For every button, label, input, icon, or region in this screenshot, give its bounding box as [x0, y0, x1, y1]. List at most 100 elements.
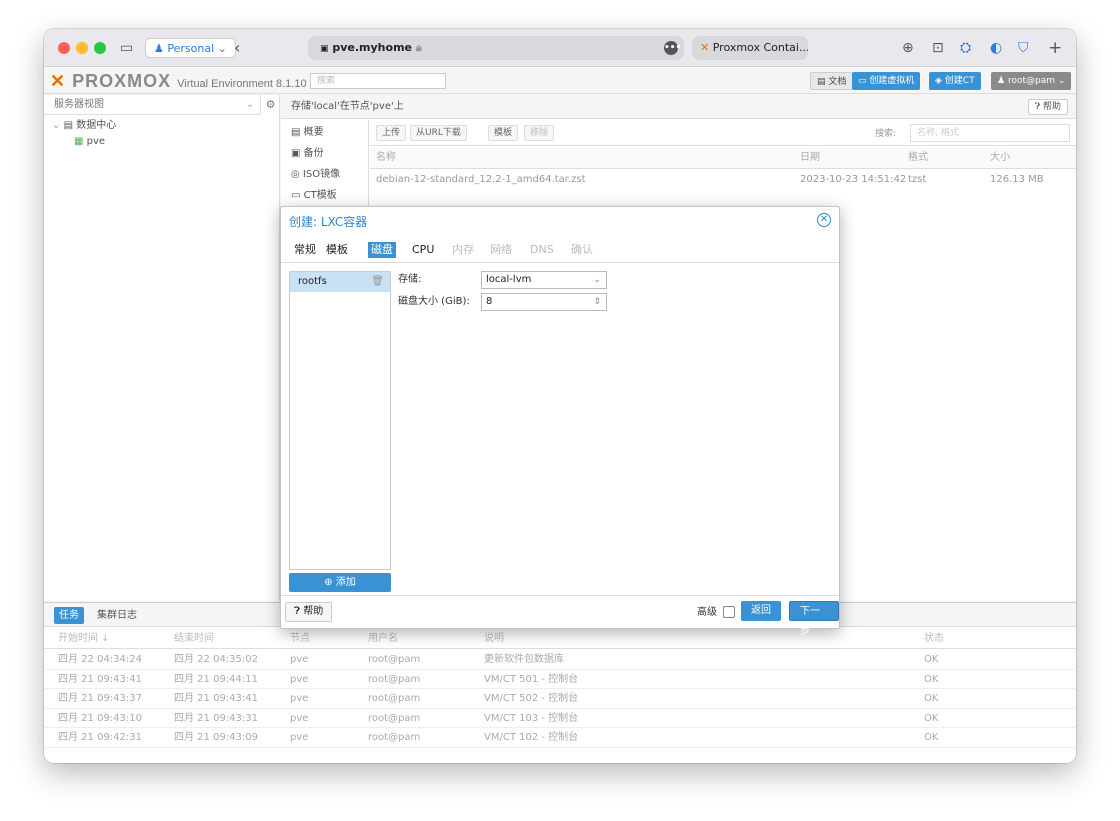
- tab-title: Proxmox Contai...: [712, 41, 808, 54]
- cell-status: OK: [924, 654, 939, 665]
- resource-tree-panel: 服务器视图 ⌄ ⚙ ⌄ ▤ 数据中心 ▦ pve: [44, 95, 280, 601]
- view-selector[interactable]: 服务器视图 ⌄: [44, 95, 260, 115]
- col-user[interactable]: 用户名: [368, 628, 398, 649]
- tab-tasks[interactable]: 任务: [54, 607, 84, 624]
- cell-desc: 更新软件包数据库: [484, 654, 564, 665]
- back-button[interactable]: 返回: [741, 601, 781, 621]
- upload-button[interactable]: 上传: [376, 125, 407, 141]
- templates-button[interactable]: 模板: [488, 125, 519, 141]
- advanced-checkbox[interactable]: [723, 606, 735, 618]
- cell-desc: VM/CT 502 - 控制台: [484, 693, 579, 704]
- create-lxc-dialog: 创建: LXC容器 ✕ 常规 模板 磁盘 CPU 内存 网络 DNS 确认 ro…: [280, 206, 840, 637]
- privacy-icon[interactable]: ◐: [990, 38, 1002, 58]
- tab-network[interactable]: 网络: [487, 242, 515, 258]
- cell-node: pve: [290, 693, 309, 704]
- app-header: ✕ PROXMOX Virtual Environment 8.1.10 搜索 …: [44, 68, 1076, 94]
- new-tab-icon[interactable]: +: [1048, 38, 1062, 58]
- page-menu-icon[interactable]: •••: [664, 41, 681, 55]
- tab-general[interactable]: 常规: [291, 242, 319, 258]
- tab-cpu[interactable]: CPU: [409, 242, 437, 258]
- nav-ct-templates[interactable]: ▭ CT模板: [291, 186, 337, 206]
- cell-node: pve: [290, 732, 309, 743]
- lock-icon: 🔒︎: [415, 41, 422, 54]
- col-desc[interactable]: 说明: [484, 628, 504, 649]
- cell-name: debian-12-standard_12.2-1_amd64.tar.zst: [376, 174, 586, 185]
- col-size[interactable]: 大小: [990, 147, 1010, 169]
- tree-node-pve[interactable]: ▦ pve: [74, 135, 105, 149]
- stepper-icon[interactable]: ⇕: [593, 294, 601, 310]
- vpn-icon[interactable]: ⛭: [960, 38, 971, 58]
- disk-item-rootfs[interactable]: rootfs 🗑︎: [290, 272, 390, 292]
- search-input[interactable]: 名称, 格式: [910, 124, 1070, 142]
- log-row[interactable]: 四月 21 09:43:37 四月 21 09:43:41 pve root@p…: [44, 689, 1076, 709]
- gear-icon[interactable]: ⚙: [260, 95, 280, 115]
- disk-size-stepper[interactable]: 8 ⇕: [481, 293, 607, 311]
- table-row[interactable]: debian-12-standard_12.2-1_amd64.tar.zst …: [370, 170, 1076, 190]
- disk-size-value: 8: [486, 296, 493, 307]
- minimize-window-icon[interactable]: [76, 42, 88, 54]
- close-icon[interactable]: ✕: [817, 213, 831, 227]
- create-ct-button[interactable]: ◈ 创建CT: [929, 72, 981, 90]
- user-menu-button[interactable]: ♟ root@pam ⌄: [991, 72, 1072, 90]
- header-search-input[interactable]: 搜索: [310, 73, 446, 89]
- disk-list: rootfs 🗑︎: [289, 271, 391, 570]
- extension-icon[interactable]: ⊡: [932, 38, 944, 58]
- zoom-window-icon[interactable]: [94, 42, 106, 54]
- next-button[interactable]: 下一步: [789, 601, 839, 637]
- tree-datacenter[interactable]: ⌄ ▤ 数据中心: [52, 119, 116, 133]
- address-bar[interactable]: ▣ pve.myhome 🔒︎ •••: [308, 36, 684, 60]
- docs-button[interactable]: ▤ 文档: [810, 72, 854, 90]
- cell-user: root@pam: [368, 673, 421, 685]
- tab-memory[interactable]: 内存: [449, 242, 477, 258]
- nav-iso[interactable]: ◎ ISO镜像: [291, 165, 340, 185]
- logo-text: PROXMOX: [72, 71, 172, 91]
- dialog-title: 创建: LXC容器: [289, 215, 368, 229]
- close-window-icon[interactable]: [58, 42, 70, 54]
- help-icon: ❓︎: [294, 606, 301, 617]
- trash-icon[interactable]: 🗑︎: [371, 272, 384, 292]
- node-label: pve: [86, 136, 106, 147]
- col-start[interactable]: 开始时间 ↓: [58, 628, 110, 649]
- tab-disks[interactable]: 磁盘: [368, 242, 396, 258]
- back-icon[interactable]: ‹: [234, 38, 240, 58]
- shield-icon[interactable]: ⛉: [1018, 38, 1029, 58]
- storage-select[interactable]: local-lvm ⌄: [481, 271, 607, 289]
- add-label: 添加: [335, 577, 356, 588]
- download-icon[interactable]: ⊕: [902, 38, 914, 58]
- log-row[interactable]: 四月 21 09:42:31 四月 21 09:43:09 pve root@p…: [44, 728, 1076, 748]
- log-row[interactable]: 四月 21 09:43:10 四月 21 09:43:31 pve root@p…: [44, 709, 1076, 728]
- log-row[interactable]: 四月 21 09:43:41 四月 21 09:44:11 pve root@p…: [44, 670, 1076, 689]
- col-date[interactable]: 日期: [800, 147, 820, 169]
- sidebar-toggle-icon[interactable]: ▭: [120, 38, 133, 58]
- create-vm-button[interactable]: ▭ 创建虚拟机: [852, 72, 921, 90]
- tab-cluster-log[interactable]: 集群日志: [92, 607, 142, 624]
- download-url-button[interactable]: 从URL下载: [410, 125, 467, 141]
- col-name[interactable]: 名称: [376, 147, 396, 169]
- profile-button[interactable]: ♟ Personal ⌄: [145, 38, 236, 58]
- tab-dns[interactable]: DNS: [527, 242, 557, 258]
- col-format[interactable]: 格式: [908, 147, 928, 169]
- disc-icon: ◎: [291, 169, 300, 180]
- storage-label: 存储:: [398, 274, 422, 285]
- view-selector-label: 服务器视图: [54, 99, 104, 110]
- chevron-down-icon: ⌄: [245, 99, 254, 110]
- tab-proxmox[interactable]: ✕ Proxmox Contai...: [692, 36, 808, 60]
- col-node[interactable]: 节点: [290, 628, 310, 649]
- dialog-help-button[interactable]: ❓︎ 帮助: [285, 602, 333, 622]
- cell-end: 四月 21 09:44:11: [174, 673, 258, 685]
- tab-confirm[interactable]: 确认: [568, 242, 596, 258]
- tab-template[interactable]: 模板: [323, 242, 351, 258]
- cell-end: 四月 21 09:43:41: [174, 693, 258, 704]
- nav-backup[interactable]: ▣ 备份: [291, 144, 324, 164]
- nav-summary[interactable]: ▤ 概要: [291, 123, 324, 143]
- advanced-label: 高级: [697, 607, 717, 618]
- remove-button[interactable]: 移除: [524, 125, 555, 141]
- col-status[interactable]: 状态: [924, 628, 944, 649]
- cube-icon: ◈: [935, 76, 942, 86]
- add-disk-button[interactable]: ⊕ 添加: [289, 573, 391, 592]
- col-end[interactable]: 结束时间: [174, 628, 214, 649]
- help-button[interactable]: ❓︎ 帮助: [1027, 99, 1068, 115]
- log-row[interactable]: 四月 22 04:34:24 四月 22 04:35:02 pve root@p…: [44, 650, 1076, 670]
- proxmox-logo: ✕ PROXMOX Virtual Environment 8.1.10: [50, 70, 307, 95]
- docs-label: 文档: [828, 77, 847, 87]
